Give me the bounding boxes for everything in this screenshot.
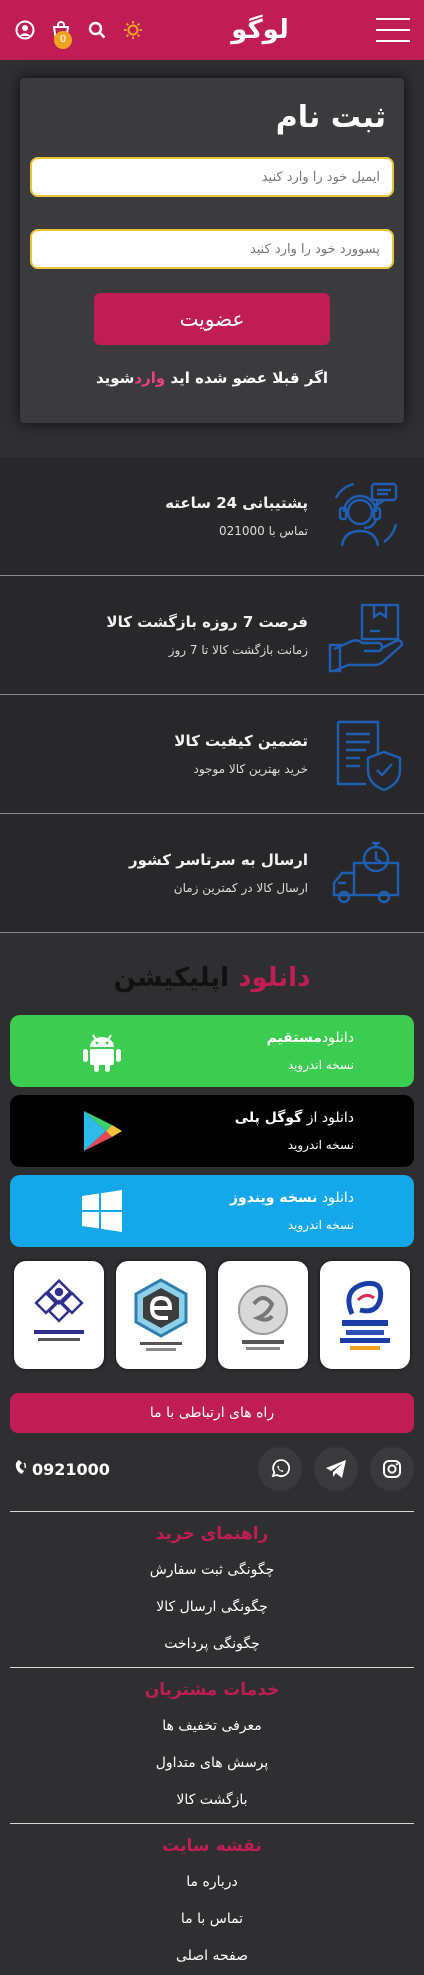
- download-sub: نسخه اندروید: [287, 1138, 354, 1152]
- feature-text: ارسال به سرتاسر کشور ارسال کالا در کمتری…: [129, 851, 308, 895]
- download-section: دانلود اپلیکیشن دانلودمستقیم نسخه اندروی…: [0, 933, 424, 1975]
- theme-toggle-sun-icon[interactable]: [122, 19, 144, 41]
- footer-link[interactable]: معرفی تخفیف ها: [10, 1708, 414, 1745]
- login-prefix-text: اگر قبلا عضو شده اید: [170, 369, 329, 387]
- download-windows-text: دانلود نسخه ویندوز نسخه اندروید: [230, 1190, 354, 1232]
- top-header: 0 لوگو: [0, 0, 424, 60]
- download-direct-button[interactable]: دانلودمستقیم نسخه اندروید: [10, 1015, 414, 1087]
- register-section: ثبت نام عضویت اگر قبلا عضو شده اید واردش…: [0, 60, 424, 457]
- virtual-business-union-badge[interactable]: [14, 1261, 104, 1369]
- windows-icon: [80, 1189, 124, 1233]
- return-box-icon: [326, 595, 406, 675]
- footer-link[interactable]: پرسش های متداول: [10, 1745, 414, 1782]
- feature-title: تضمین کیفیت کالا: [174, 732, 308, 750]
- site-logo[interactable]: لوگو: [231, 15, 288, 45]
- phone-number-text: 0921000: [32, 1459, 110, 1479]
- footer-section-customer-service: خدمات مشتریان معرفی تخفیف ها پرسش های مت…: [10, 1667, 414, 1823]
- download-title-accent: دانلود: [238, 963, 311, 993]
- delivery-truck-icon: [326, 833, 406, 913]
- footer-link[interactable]: بازگشت کالا: [10, 1782, 414, 1819]
- feature-item: تضمین کیفیت کالا خرید بهترین کالا موجود: [0, 695, 424, 814]
- download-bold: نسخه ویندوز: [229, 1190, 318, 1206]
- samandehi-badge[interactable]: [218, 1261, 308, 1369]
- footer-link[interactable]: تماس با ما: [10, 1901, 414, 1938]
- footer-link[interactable]: صفحه اصلی: [10, 1938, 414, 1975]
- cart-count-badge: 0: [54, 31, 72, 49]
- register-card: ثبت نام عضویت اگر قبلا عضو شده اید واردش…: [20, 78, 404, 423]
- password-input[interactable]: [30, 229, 394, 269]
- search-icon[interactable]: [86, 19, 108, 41]
- feature-subtitle: تماس با 021000: [218, 524, 308, 538]
- download-title: دانلود اپلیکیشن: [10, 963, 414, 993]
- download-prefix: دانلود: [321, 1030, 354, 1046]
- feature-title: ارسال به سرتاسر کشور: [128, 851, 308, 869]
- enamad-badge[interactable]: [320, 1261, 410, 1369]
- android-icon: [80, 1029, 124, 1073]
- footer-section-title: نقشه سایت: [162, 1836, 262, 1856]
- phone-number[interactable]: 0921000: [10, 1459, 110, 1479]
- login-prompt: اگر قبلا عضو شده اید واردشوید: [30, 369, 394, 387]
- download-play-text: دانلود از گوگل پلی نسخه اندروید: [235, 1110, 354, 1152]
- feature-text: پشتیبانی 24 ساعته تماس با 021000: [165, 494, 308, 538]
- user-account-icon[interactable]: [14, 19, 36, 41]
- contact-social-row: 0921000: [10, 1443, 414, 1495]
- social-icons: [258, 1447, 414, 1491]
- feature-subtitle: زمانت بازگشت کالا تا 7 روز: [168, 643, 308, 657]
- feature-item: فرصت 7 روزه بازگشت کالا زمانت بازگشت کال…: [0, 576, 424, 695]
- feature-text: فرصت 7 روزه بازگشت کالا زمانت بازگشت کال…: [106, 613, 308, 657]
- download-windows-button[interactable]: دانلود نسخه ویندوز نسخه اندروید: [10, 1175, 414, 1247]
- phone-icon: [14, 1459, 28, 1479]
- feature-subtitle: خرید بهترین کالا موجود: [193, 762, 308, 776]
- cart-icon[interactable]: 0: [50, 19, 72, 49]
- trust-badges: [10, 1255, 414, 1369]
- login-link[interactable]: وارد: [134, 369, 165, 387]
- feature-title: پشتیبانی 24 ساعته: [165, 494, 308, 512]
- email-input[interactable]: [30, 157, 394, 197]
- register-title: ثبت نام: [275, 100, 386, 135]
- footer-section-buying-guide: راهنمای خرید چگونگی ثبت سفارش چگونگی ارس…: [10, 1511, 414, 1667]
- feature-text: تضمین کیفیت کالا خرید بهترین کالا موجود: [174, 732, 308, 776]
- download-google-play-button[interactable]: دانلود از گوگل پلی نسخه اندروید: [10, 1095, 414, 1167]
- footer-link[interactable]: چگونگی ثبت سفارش: [10, 1552, 414, 1589]
- feature-item: ارسال به سرتاسر کشور ارسال کالا در کمتری…: [0, 814, 424, 933]
- footer-section-title: خدمات مشتریان: [144, 1680, 280, 1700]
- download-sub: نسخه اندروید: [287, 1058, 354, 1072]
- download-sub: نسخه اندروید: [287, 1218, 354, 1232]
- footer-section-sitemap: نقشه سایت درباره ما تماس با ما صفحه اصلی: [10, 1823, 414, 1975]
- download-prefix: دانلود از: [306, 1110, 354, 1126]
- login-suffix-text: شوید: [95, 369, 135, 387]
- feature-item: پشتیبانی 24 ساعته تماس با 021000: [0, 457, 424, 576]
- download-title-rest: اپلیکیشن: [113, 963, 230, 993]
- download-prefix: دانلود: [321, 1190, 354, 1206]
- feature-title: فرصت 7 روزه بازگشت کالا: [106, 613, 308, 631]
- features-list: پشتیبانی 24 ساعته تماس با 021000 فرصت 7 …: [0, 457, 424, 933]
- contact-us-button[interactable]: راه های ارتباطی با ما: [10, 1393, 414, 1433]
- headset-support-icon: [326, 476, 406, 556]
- whatsapp-icon[interactable]: [258, 1447, 302, 1491]
- download-bold: مستقیم: [266, 1030, 322, 1046]
- download-bold: گوگل پلی: [234, 1110, 303, 1126]
- e-commerce-union-badge[interactable]: [116, 1261, 206, 1369]
- footer-link[interactable]: چگونگی پرداخت: [10, 1626, 414, 1663]
- download-direct-text: دانلودمستقیم نسخه اندروید: [266, 1030, 354, 1072]
- footer-link[interactable]: درباره ما: [10, 1864, 414, 1901]
- header-actions: 0: [14, 19, 144, 49]
- telegram-icon[interactable]: [314, 1447, 358, 1491]
- quality-shield-icon: [326, 714, 406, 794]
- instagram-icon[interactable]: [370, 1447, 414, 1491]
- feature-subtitle: ارسال کالا در کمترین زمان: [173, 881, 308, 895]
- footer-link[interactable]: چگونگی ارسال کالا: [10, 1589, 414, 1626]
- hamburger-menu-icon[interactable]: [375, 18, 410, 42]
- google-play-icon: [80, 1109, 124, 1153]
- footer-section-title: راهنمای خرید: [155, 1524, 269, 1544]
- register-submit-button[interactable]: عضویت: [94, 293, 330, 345]
